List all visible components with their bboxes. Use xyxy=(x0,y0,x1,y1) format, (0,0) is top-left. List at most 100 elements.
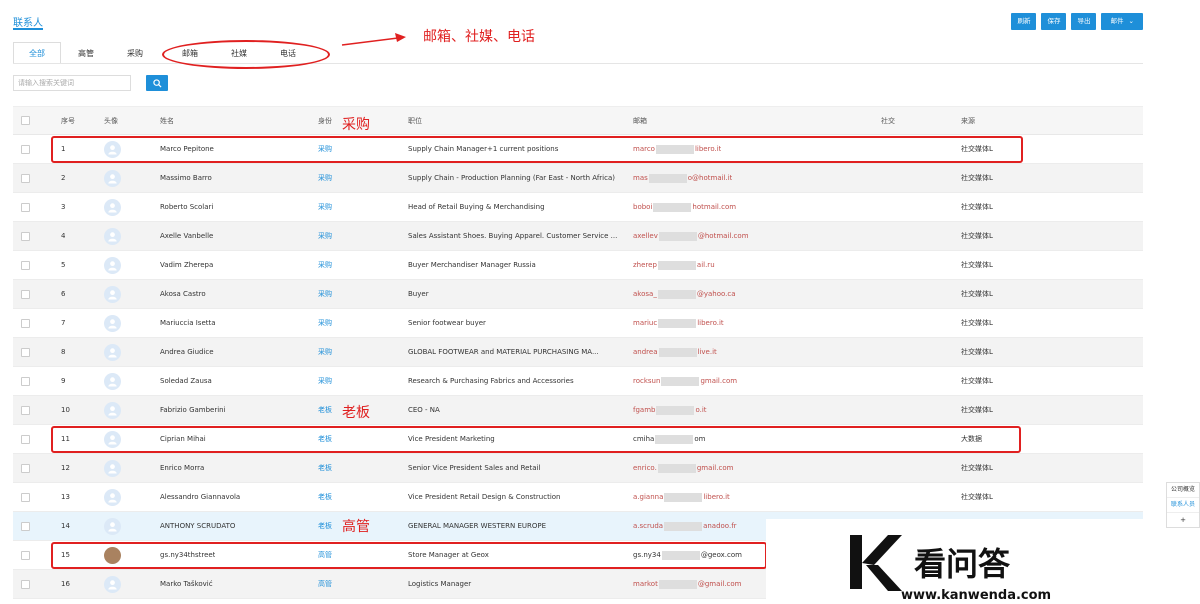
row-email[interactable]: akosa_ @yahoo.ca xyxy=(633,280,736,308)
export-button[interactable]: 导出 xyxy=(1071,13,1097,30)
row-position: GLOBAL FOOTWEAR and MATERIAL PURCHASING … xyxy=(408,348,599,356)
row-checkbox[interactable] xyxy=(21,521,30,531)
tab-executives[interactable]: 高管 xyxy=(62,42,110,64)
mail-dropdown-button[interactable]: 邮件 ⌄ xyxy=(1101,13,1143,30)
row-checkbox[interactable] xyxy=(21,231,30,241)
row-email[interactable]: fgamb o.it xyxy=(633,396,707,424)
avatar xyxy=(104,343,121,361)
row-checkbox[interactable] xyxy=(21,202,30,212)
row-checkbox[interactable] xyxy=(21,492,30,502)
row-email[interactable]: boboi hotmail.com xyxy=(633,193,736,221)
email-redaction xyxy=(653,202,692,212)
annotation-box-row-15 xyxy=(51,542,767,569)
side-item-add[interactable]: + xyxy=(1167,513,1199,527)
select-all-checkbox[interactable] xyxy=(21,116,30,125)
row-email[interactable]: mas o@hotmail.it xyxy=(633,164,732,192)
row-checkbox[interactable] xyxy=(21,463,30,473)
row-source: 社交媒体L xyxy=(961,290,993,298)
row-email[interactable]: a.gianna libero.it xyxy=(633,483,730,511)
avatar xyxy=(104,517,121,535)
row-role-link[interactable]: 高管 xyxy=(318,570,332,598)
side-item-contacts[interactable]: 联系人员 xyxy=(1167,498,1199,513)
save-button[interactable]: 保存 xyxy=(1041,13,1067,30)
email-suffix: @yahoo.ca xyxy=(696,290,736,298)
email-suffix: gmail.com xyxy=(696,464,734,472)
row-checkbox[interactable] xyxy=(21,550,30,560)
table-row[interactable]: 6 Akosa Castro 采购 Buyer akosa_ @yahoo.ca 社交媒体L xyxy=(13,280,1143,309)
email-redaction xyxy=(658,347,697,357)
email-suffix: o@hotmail.it xyxy=(687,174,733,182)
email-prefix: enrico. xyxy=(633,464,657,472)
row-role-link[interactable]: 老板 xyxy=(318,483,332,511)
row-index: 12 xyxy=(61,464,70,472)
email-suffix: hotmail.com xyxy=(692,203,737,211)
row-name: Roberto Scolari xyxy=(160,203,214,211)
row-checkbox[interactable] xyxy=(21,376,30,386)
row-email[interactable]: mariuc libero.it xyxy=(633,309,724,337)
row-role-link[interactable]: 老板 xyxy=(318,454,332,482)
row-name: Axelle Vanbelle xyxy=(160,232,214,240)
row-role-link[interactable]: 老板 xyxy=(318,396,332,424)
row-checkbox[interactable] xyxy=(21,144,30,154)
row-role-link[interactable]: 采购 xyxy=(318,251,332,279)
tab-all[interactable]: 全部 xyxy=(13,42,61,64)
row-checkbox[interactable] xyxy=(21,173,30,183)
table-row[interactable]: 9 Soledad Zausa 采购 Research & Purchasing Fa… xyxy=(13,367,1143,396)
row-name: Akosa Castro xyxy=(160,290,206,298)
header-avatar: 头像 xyxy=(104,116,118,125)
row-role-link[interactable]: 采购 xyxy=(318,222,332,250)
row-role-link[interactable]: 采购 xyxy=(318,367,332,395)
row-checkbox[interactable] xyxy=(21,405,30,415)
table-row[interactable]: 10 Fabrizio Gamberini 老板 CEO - NA fgamb o.it 社… xyxy=(13,396,1143,425)
row-index: 4 xyxy=(61,232,66,240)
avatar xyxy=(104,459,121,477)
row-checkbox[interactable] xyxy=(21,347,30,357)
avatar xyxy=(104,198,121,216)
row-name: Enrico Morra xyxy=(160,464,205,472)
annotation-executive: 高管 xyxy=(342,519,370,535)
email-redaction xyxy=(656,405,695,415)
row-checkbox[interactable] xyxy=(21,579,30,589)
row-role-link[interactable]: 采购 xyxy=(318,309,332,337)
row-email[interactable]: andrea live.it xyxy=(633,338,717,366)
table-row[interactable]: 8 Andrea Giudice 采购 GLOBAL FOOTWEAR and MAT… xyxy=(13,338,1143,367)
row-checkbox[interactable] xyxy=(21,260,30,270)
refresh-button[interactable]: 刷新 xyxy=(1011,13,1037,30)
row-email[interactable]: zherep ail.ru xyxy=(633,251,715,279)
user-icon xyxy=(108,463,117,474)
row-role-link[interactable]: 采购 xyxy=(318,280,332,308)
header-email: 邮箱 xyxy=(633,116,647,125)
table-row[interactable]: 13 Alessandro Giannavola 老板 Vice President … xyxy=(13,483,1143,512)
table-row[interactable]: 4 Axelle Vanbelle 采购 Sales Assistant Shoes.… xyxy=(13,222,1143,251)
row-checkbox[interactable] xyxy=(21,318,30,328)
row-email[interactable]: rocksun gmail.com xyxy=(633,367,737,395)
table-row[interactable]: 2 Massimo Barro 采购 Supply Chain - Productio… xyxy=(13,164,1143,193)
row-source: 社交媒体L xyxy=(961,406,993,414)
row-role-link[interactable]: 老板 xyxy=(318,512,332,540)
row-position: Research & Purchasing Fabrics and Access… xyxy=(408,377,574,385)
row-checkbox[interactable] xyxy=(21,434,30,444)
header-role: 身份 xyxy=(318,116,332,125)
row-role-link[interactable]: 采购 xyxy=(318,193,332,221)
row-email[interactable]: enrico. gmail.com xyxy=(633,454,733,482)
row-email[interactable]: a.scruda anadoo.fr xyxy=(633,512,737,540)
email-suffix: libero.it xyxy=(697,319,724,327)
table-row[interactable]: 7 Mariuccia Isetta 采购 Senior footwear buyer… xyxy=(13,309,1143,338)
search-button[interactable] xyxy=(146,75,168,91)
avatar xyxy=(104,169,121,187)
row-role-link[interactable]: 采购 xyxy=(318,164,332,192)
row-role-link[interactable]: 采购 xyxy=(318,338,332,366)
search-icon xyxy=(152,78,162,88)
row-email[interactable]: axellev @hotmail.com xyxy=(633,222,749,250)
avatar xyxy=(104,488,121,506)
table-row[interactable]: 5 Vadim Zherepa 采购 Buyer Merchandiser Manag… xyxy=(13,251,1143,280)
table-row[interactable]: 3 Roberto Scolari 采购 Head of Retail Buying … xyxy=(13,193,1143,222)
tab-purchasing[interactable]: 采购 xyxy=(111,42,159,64)
row-email[interactable]: markot @gmail.com xyxy=(633,570,741,598)
table-row[interactable]: 12 Enrico Morra 老板 Senior Vice President Sa… xyxy=(13,454,1143,483)
row-checkbox[interactable] xyxy=(21,289,30,299)
email-prefix: rocksun xyxy=(633,377,661,385)
search-input[interactable] xyxy=(13,75,131,91)
side-item-company-overview[interactable]: 公司概览 xyxy=(1167,483,1199,498)
header-position: 职位 xyxy=(408,116,422,125)
